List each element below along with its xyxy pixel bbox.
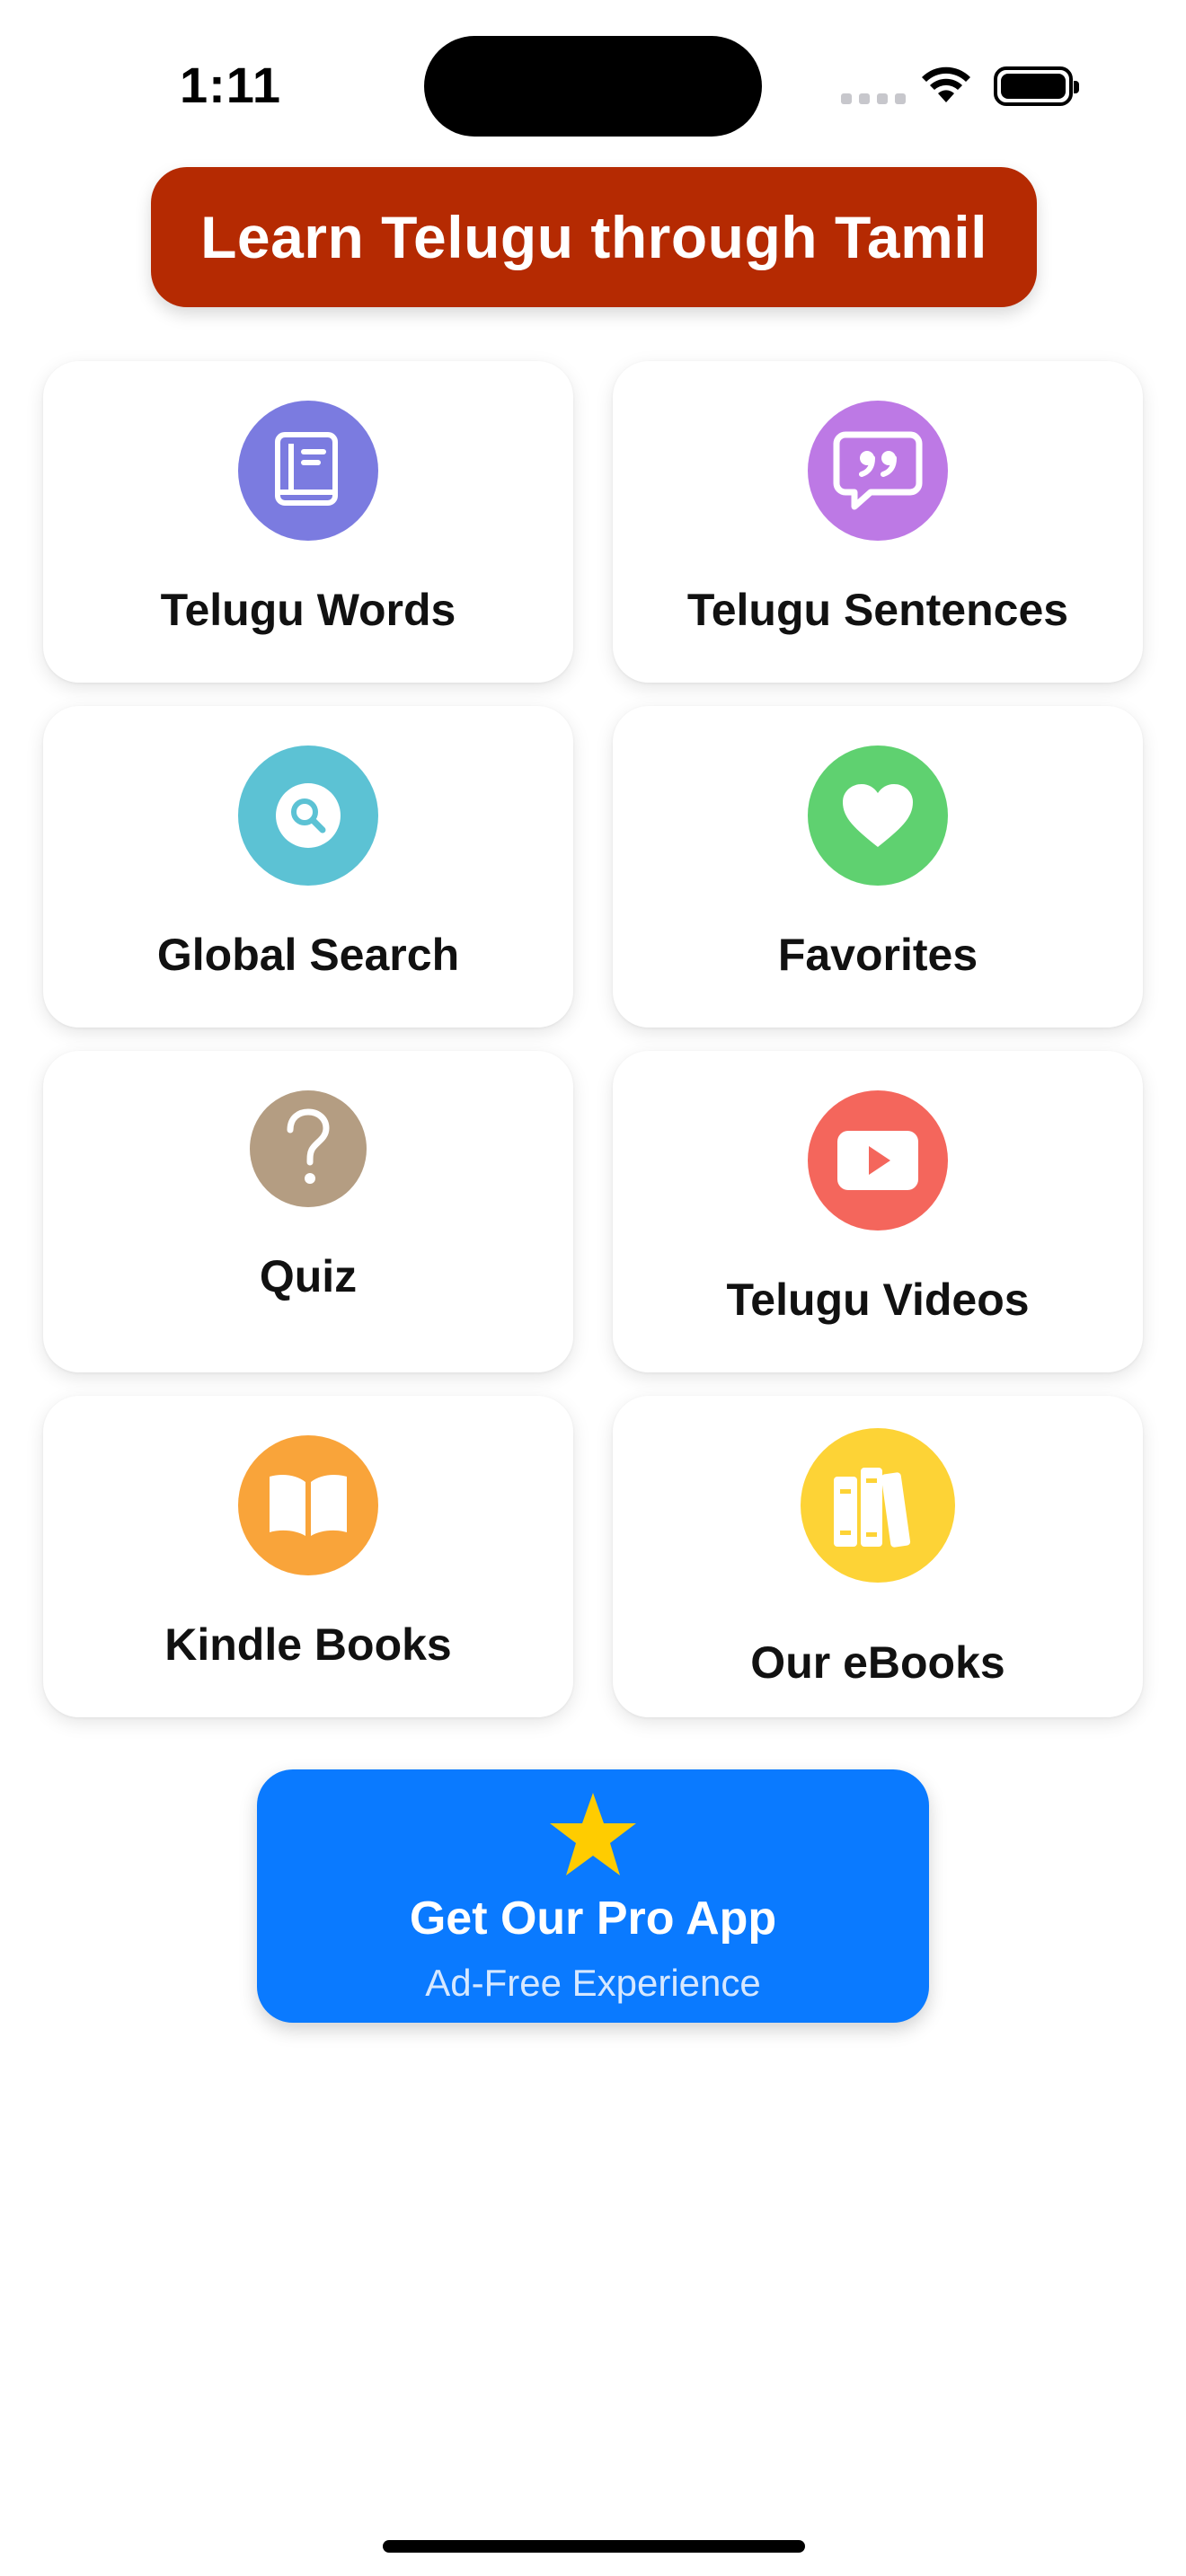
menu-card-label: Quiz <box>259 1251 358 1301</box>
play-icon <box>808 1090 948 1231</box>
wifi-icon <box>922 66 970 102</box>
menu-card-label: Favorites <box>777 930 978 980</box>
pro-subtitle: Ad-Free Experience <box>425 1962 761 2004</box>
menu-card-favorites[interactable]: Favorites <box>613 706 1143 1028</box>
menu-card-label: Global Search <box>156 930 460 980</box>
pro-title: Get Our Pro App <box>409 1892 777 1945</box>
menu-card-telugu-words[interactable]: Telugu Words <box>43 361 573 683</box>
get-pro-app-button[interactable]: Get Our Pro App Ad-Free Experience <box>257 1769 929 2023</box>
menu-card-quiz[interactable]: Quiz <box>43 1051 573 1372</box>
menu-card-label: Our eBooks <box>750 1637 1005 1688</box>
open-book-icon <box>238 1435 378 1575</box>
battery-icon <box>994 66 1079 106</box>
menu-card-label: Telugu Videos <box>726 1275 1030 1325</box>
menu-card-label: Telugu Words <box>160 585 456 635</box>
page-title: Learn Telugu through Tamil <box>200 204 987 270</box>
menu-card-telugu-videos[interactable]: Telugu Videos <box>613 1051 1143 1372</box>
status-bar: 1:11 <box>0 0 1186 171</box>
quote-bubble-icon <box>808 401 948 541</box>
status-time: 1:11 <box>180 57 281 113</box>
menu-grid: Telugu Words Telugu Sentences Global Sea… <box>43 361 1143 1717</box>
title-banner: Learn Telugu through Tamil <box>151 167 1037 307</box>
book-icon <box>238 401 378 541</box>
menu-card-global-search[interactable]: Global Search <box>43 706 573 1028</box>
menu-card-label: Telugu Sentences <box>686 585 1069 635</box>
books-icon <box>801 1428 955 1583</box>
heart-icon <box>808 745 948 886</box>
home-indicator[interactable] <box>383 2540 805 2553</box>
star-icon <box>550 1793 636 1875</box>
menu-card-telugu-sentences[interactable]: Telugu Sentences <box>613 361 1143 683</box>
menu-card-kindle-books[interactable]: Kindle Books <box>43 1396 573 1717</box>
cellular-signal-icon <box>841 93 906 104</box>
menu-card-label: Kindle Books <box>164 1619 452 1670</box>
menu-card-our-ebooks[interactable]: Our eBooks <box>613 1396 1143 1717</box>
dynamic-island <box>424 36 762 137</box>
question-icon <box>250 1090 367 1207</box>
search-icon <box>238 745 378 886</box>
